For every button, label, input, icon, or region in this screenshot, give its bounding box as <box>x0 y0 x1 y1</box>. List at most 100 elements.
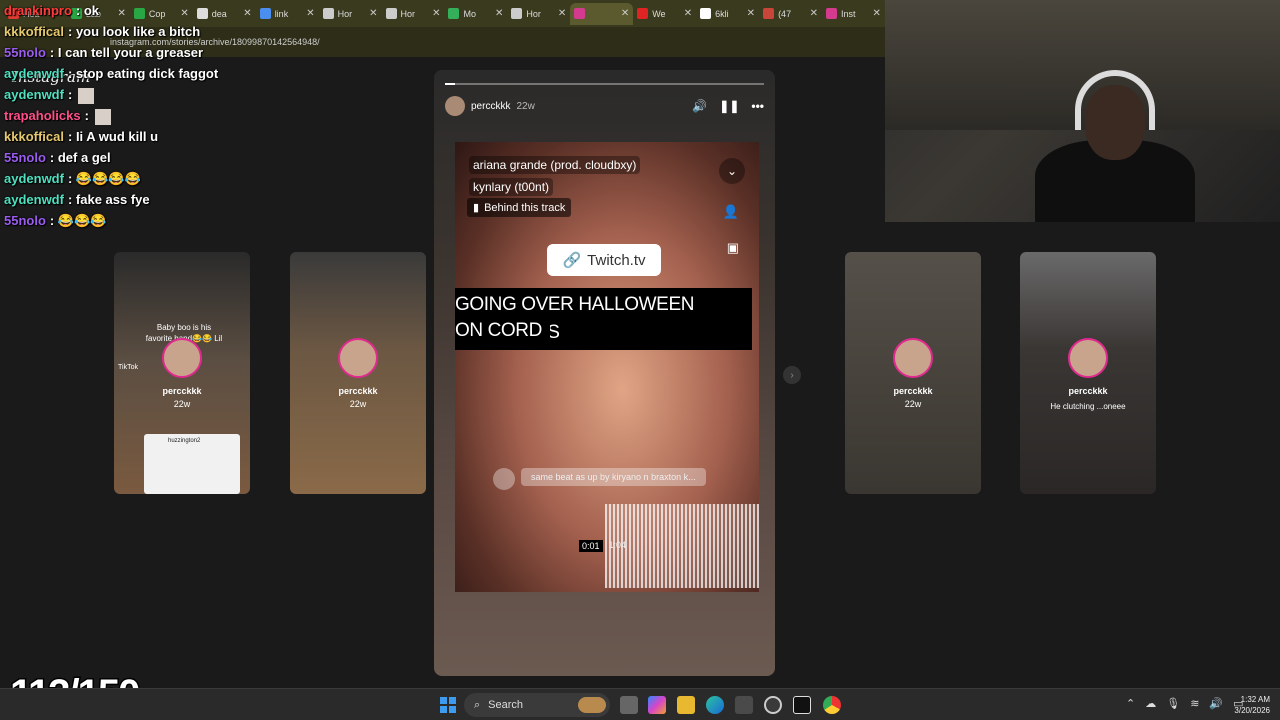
chat-separator: : <box>67 129 76 144</box>
tab-label: 6kli <box>715 8 729 19</box>
store-icon[interactable] <box>735 696 753 714</box>
speaker-icon[interactable]: 🔊 <box>692 99 707 113</box>
story-time: 22w <box>516 100 535 112</box>
story-card-4[interactable]: percckkk He clutching ...oneee <box>1020 252 1156 494</box>
close-icon[interactable]: ✕ <box>810 8 818 19</box>
clock-date: 3/20/2026 <box>1234 706 1270 715</box>
browser-tab[interactable]: (47 ✕ <box>759 3 822 25</box>
time-total: 1:04 <box>608 540 627 550</box>
card-username: percckkk <box>893 386 933 396</box>
task-view-icon[interactable] <box>620 696 638 714</box>
tab-label: (47 <box>778 8 792 19</box>
tab-label: Inst <box>840 8 856 19</box>
chat-text: I can tell your a greaser <box>57 45 204 60</box>
chat-message: aydenwdf: <box>4 84 464 105</box>
chat-separator: : <box>67 87 76 102</box>
story-viewer[interactable]: percckkk 22w 🔊 ❚❚ ••• ariana grande (pro… <box>434 70 775 676</box>
chat-separator: : <box>84 108 93 123</box>
more-options-icon[interactable]: ••• <box>751 99 764 113</box>
chrome-icon[interactable] <box>823 696 841 714</box>
volume-icon[interactable]: 🔊 <box>1209 697 1223 710</box>
edge-icon[interactable] <box>706 696 724 714</box>
copilot-icon[interactable] <box>648 696 666 714</box>
browser-tab[interactable]: Hor ✕ <box>507 3 570 25</box>
chat-text: stop eating dick faggot <box>75 66 219 81</box>
chat-text: 😂😂😂 <box>57 213 107 228</box>
story-username[interactable]: percckkk <box>471 101 510 112</box>
tab-favicon-icon <box>763 8 775 19</box>
chat-message: kkkoffical: you look like a bitch <box>4 21 464 42</box>
chat-text: fake ass fye <box>75 192 150 207</box>
close-icon[interactable]: ✕ <box>621 8 629 19</box>
card-age: 22w <box>349 399 367 409</box>
tiktok-watermark: TikTok <box>118 364 138 371</box>
story-card-3[interactable]: percckkk 22w <box>845 252 981 494</box>
clock[interactable]: 1:32 AM 3/20/2026 <box>1226 694 1270 716</box>
chat-separator: : <box>49 45 58 60</box>
song-title: ariana grande (prod. cloudbxy) <box>469 156 641 174</box>
tab-favicon-icon <box>637 8 649 19</box>
app-icon[interactable] <box>764 696 782 714</box>
taskbar-search[interactable]: ⌕ Search <box>464 693 610 717</box>
close-icon[interactable]: ✕ <box>747 8 755 19</box>
tab-label: We <box>652 8 666 19</box>
chat-message: kkkoffical: Ii A wud kill u <box>4 126 464 147</box>
chat-separator: : <box>75 3 84 18</box>
wifi-icon[interactable]: ≋ <box>1190 697 1199 710</box>
chat-message: 55nolo: def a gel <box>4 147 464 168</box>
avatar <box>893 338 933 378</box>
avatar <box>162 338 202 378</box>
clock-time: 1:32 AM <box>1240 695 1270 704</box>
file-explorer-icon[interactable] <box>677 696 695 714</box>
chat-username: aydenwdf <box>4 87 64 102</box>
chat-separator: : <box>67 24 76 39</box>
chat-text: Ii A wud kill u <box>75 129 159 144</box>
audio-time: 0:01 1:04 <box>579 540 626 552</box>
chevron-down-icon[interactable]: ⌄ <box>719 158 745 184</box>
chat-username: aydenwdf <box>4 171 64 186</box>
chat-username: trapaholicks <box>4 108 81 123</box>
cast-icon[interactable]: ▣ <box>727 240 739 256</box>
close-icon[interactable]: ✕ <box>495 8 503 19</box>
chat-text: 😂😂😂😂 <box>75 171 141 186</box>
chat-username: 55nolo <box>4 213 46 228</box>
link-sticker[interactable]: 🔗 Twitch.tv <box>547 244 661 276</box>
chat-username: drankinpro <box>4 3 72 18</box>
story-media: ariana grande (prod. cloudbxy) kynlary (… <box>455 142 759 592</box>
search-icon: ⌕ <box>474 698 481 711</box>
chat-separator: : <box>49 213 58 228</box>
browser-tab[interactable]: ✕ <box>570 2 634 25</box>
chat-message: aydenwdf: fake ass fye <box>4 189 464 210</box>
pause-icon[interactable]: ❚❚ <box>719 99 739 113</box>
story-card-1[interactable]: Baby boo is his favorite band😂😂 Lil ...k… <box>114 252 250 494</box>
browser-tab[interactable]: 6kli ✕ <box>696 3 759 25</box>
next-arrow-icon[interactable]: › <box>783 366 801 384</box>
tab-label: Mo <box>463 8 476 19</box>
tab-label: Hor <box>526 8 541 19</box>
windows-start-icon[interactable] <box>440 697 456 713</box>
behind-track-button[interactable]: ▮ Behind this track <box>467 198 572 217</box>
person-icon[interactable]: 👤 <box>723 204 739 220</box>
card-age: 22w <box>904 399 922 409</box>
close-icon[interactable]: ✕ <box>558 8 566 19</box>
chat-username: kkkoffical <box>4 24 64 39</box>
chat-message: 55nolo: 😂😂😂 <box>4 210 464 231</box>
beat-comment: same beat as up by kiryano n braxton k..… <box>521 468 706 486</box>
mic-icon[interactable]: 🎙 <box>1166 697 1180 710</box>
close-icon[interactable]: ✕ <box>873 8 881 19</box>
song-artist: kynlary (t00nt) <box>469 178 554 196</box>
network-status-icon[interactable]: ☁ <box>1145 697 1156 710</box>
story-card-2[interactable]: percckkk 22w <box>290 252 426 494</box>
chat-emote-image <box>94 108 111 125</box>
chevron-up-icon[interactable]: ⌃ <box>1126 697 1135 710</box>
behind-track-label: Behind this track <box>484 201 566 214</box>
chat-separator: : <box>67 192 76 207</box>
browser-tab[interactable]: We ✕ <box>633 3 696 25</box>
audio-waveform <box>605 504 759 588</box>
chat-username: kkkoffical <box>4 129 64 144</box>
chat-separator: : <box>67 171 76 186</box>
browser-tab[interactable]: Inst ✕ <box>822 3 885 25</box>
obs-icon[interactable] <box>793 696 811 714</box>
card-username: percckkk <box>338 386 378 396</box>
close-icon[interactable]: ✕ <box>684 8 692 19</box>
